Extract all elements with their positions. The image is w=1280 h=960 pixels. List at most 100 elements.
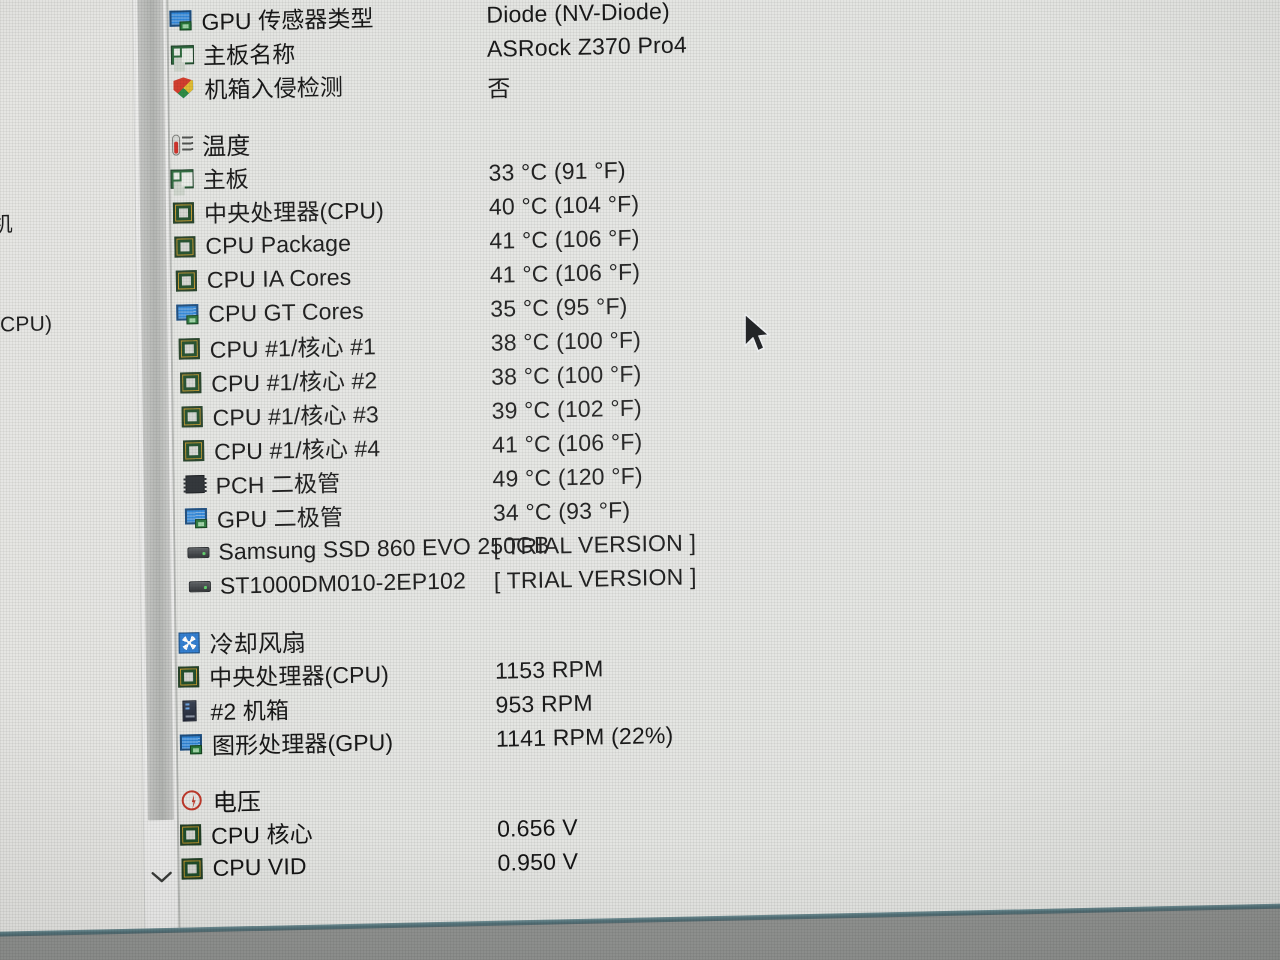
sensor-row[interactable]: 图形处理器(GPU) [179, 723, 394, 762]
sidebar-item-label: 理器(CPU) [0, 312, 53, 338]
sensor-row[interactable]: ST1000DM010-2EP102 [188, 563, 466, 603]
cpu-chip-icon [172, 201, 196, 224]
row-label: GPU 传感器类型 [201, 5, 374, 36]
row-value: 39 °C (102 °F) [491, 394, 643, 424]
cpu-chip-icon [178, 337, 202, 360]
row-value: 35 °C (95 °F) [490, 292, 628, 322]
section-header-1[interactable]: 冷却风扇 [177, 623, 306, 660]
info-row[interactable]: 主板名称 [170, 35, 296, 72]
sidebar-item-2[interactable]: 计算机 [0, 208, 13, 239]
row-value: 0.656 V [496, 813, 578, 842]
mouse-pointer-icon [742, 312, 772, 363]
drive-icon [188, 575, 212, 598]
motherboard-icon [170, 167, 194, 190]
row-label: CPU 核心 [211, 820, 313, 849]
sensor-row[interactable]: GPU 二极管 [184, 498, 344, 535]
cpu-chip-icon [179, 371, 203, 394]
case-icon [178, 699, 202, 722]
sensor-row[interactable]: PCH 二极管 [183, 464, 340, 501]
row-label: GPU 二极管 [216, 504, 344, 533]
voltage-icon [181, 789, 205, 812]
row-value: 49 °C (120 °F) [492, 462, 643, 492]
row-label: CPU VID [212, 852, 307, 881]
section-title: 冷却风扇 [209, 629, 307, 659]
row-value: ASRock Z370 Pro4 [486, 31, 688, 62]
hwinfo-window: 称型计算机理器(CPU)且充备备备生库 传感器类型Nuvoton NCT6791… [0, 0, 1280, 933]
sensor-row[interactable]: CPU #1/核心 #3 [180, 395, 379, 433]
sensor-row[interactable]: CPU 核心 [179, 815, 313, 852]
section-header-0[interactable]: 温度 [170, 126, 251, 162]
cpu-chip-icon [181, 405, 205, 428]
monitor-photo: 称型计算机理器(CPU)且充备备备生库 传感器类型Nuvoton NCT6791… [0, 0, 1280, 960]
row-label: CPU Package [205, 229, 352, 259]
row-label: ST1000DM010-2EP102 [219, 566, 467, 599]
row-value: 1141 RPM (22%) [495, 721, 674, 752]
sidebar-item-label: 计算机 [0, 213, 13, 238]
sensor-row[interactable]: CPU #1/核心 #1 [178, 327, 377, 365]
sensor-row[interactable]: #2 机箱 [178, 691, 289, 727]
row-label: 中央处理器(CPU) [203, 197, 385, 227]
chevron-down-icon[interactable] [144, 860, 178, 895]
section-title: 温度 [201, 132, 251, 161]
section-header-2[interactable]: 电压 [180, 782, 261, 818]
motherboard-icon [170, 43, 195, 66]
row-label: #2 机箱 [210, 697, 290, 725]
row-value: [ TRIAL VERSION ] [493, 563, 697, 594]
fan-icon [177, 631, 201, 654]
row-label: CPU #1/核心 #2 [211, 367, 378, 397]
sensor-row[interactable]: CPU GT Cores [176, 294, 364, 332]
cpu-chip-icon [179, 823, 203, 846]
cpu-chip-icon [173, 235, 197, 258]
row-label: CPU #1/核心 #3 [212, 401, 379, 431]
row-value: 38 °C (100 °F) [491, 360, 642, 390]
thermometer-icon [170, 133, 194, 156]
sensor-row[interactable]: CPU IA Cores [175, 260, 352, 298]
row-label: 主板 [202, 166, 249, 194]
row-value: 34 °C (93 °F) [492, 496, 631, 526]
gpu-monitor-icon [176, 303, 200, 326]
pch-chip-icon [183, 473, 207, 496]
drive-icon [186, 541, 210, 564]
row-value: [ TRIAL VERSION ] [493, 529, 697, 560]
shield-icon [172, 77, 196, 100]
sensor-row[interactable]: 主板 [170, 160, 249, 196]
row-label: CPU IA Cores [206, 263, 352, 293]
row-label: 图形处理器(GPU) [211, 728, 394, 759]
gpu-monitor-icon [179, 733, 204, 756]
sensor-row[interactable]: CPU VID [180, 849, 307, 886]
row-value: 1153 RPM [494, 655, 604, 684]
row-value: 38 °C (100 °F) [490, 326, 642, 356]
row-value: 41 °C (106 °F) [489, 258, 641, 288]
row-label: 机箱入侵检测 [204, 73, 344, 103]
sensor-row[interactable]: 中央处理器(CPU) [177, 655, 389, 694]
row-value: 40 °C (104 °F) [488, 190, 640, 220]
row-value: Diode (NV-Diode) [486, 0, 671, 28]
sidebar-item-3[interactable]: 理器(CPU) [0, 307, 52, 339]
cpu-chip-icon [182, 439, 206, 462]
gpu-monitor-icon [184, 507, 209, 530]
info-row[interactable]: GPU 传感器类型 [169, 0, 374, 38]
sidebar-tree-pane[interactable]: 称型计算机理器(CPU)且充备备备生库 [0, 0, 180, 933]
sensor-detail-pane: 传感器类型Nuvoton NCT6791D/5538D (ISA 290h)GP… [167, 0, 1280, 928]
row-label: 主板名称 [202, 40, 296, 69]
row-label: 中央处理器(CPU) [208, 661, 390, 691]
row-value: 41 °C (106 °F) [489, 224, 640, 254]
row-value: 953 RPM [495, 689, 593, 718]
cpu-chip-icon [175, 269, 199, 292]
row-label: CPU #1/核心 #1 [209, 333, 377, 363]
row-value: 41 °C (106 °F) [491, 428, 643, 458]
sensor-row[interactable]: CPU Package [173, 226, 351, 264]
row-value: 0.950 V [497, 847, 579, 876]
section-title: 电压 [212, 788, 262, 817]
sensor-row[interactable]: CPU #1/核心 #4 [182, 429, 381, 467]
cpu-chip-icon [180, 857, 204, 880]
row-value: 否 [487, 75, 511, 102]
row-value: 33 °C (91 °F) [488, 156, 626, 186]
row-label: CPU GT Cores [208, 297, 364, 327]
cpu-chip-icon [177, 665, 201, 688]
sensor-row[interactable]: CPU #1/核心 #2 [179, 361, 378, 399]
row-label: CPU #1/核心 #4 [213, 435, 381, 465]
info-row[interactable]: 机箱入侵检测 [172, 68, 343, 106]
gpu-monitor-icon [169, 9, 193, 32]
sensor-row[interactable]: 中央处理器(CPU) [172, 191, 384, 230]
